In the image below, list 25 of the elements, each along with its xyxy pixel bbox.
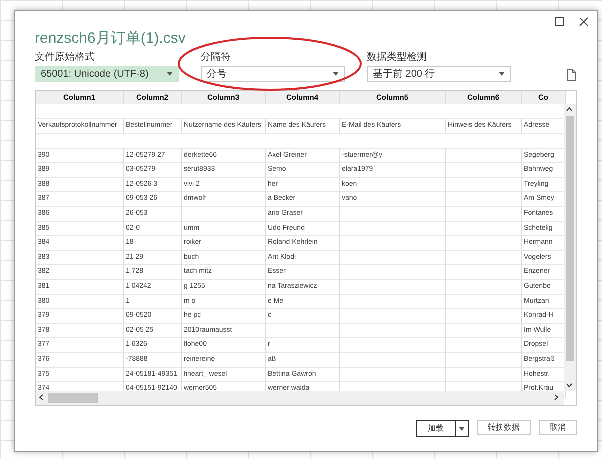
caret-icon [499, 72, 505, 76]
close-icon[interactable] [579, 17, 589, 27]
scroll-left-icon[interactable] [38, 394, 45, 401]
dialog-button[interactable]: 取消 [539, 420, 577, 435]
caret-icon [459, 426, 465, 430]
caret-icon [167, 72, 173, 76]
dropdown-button[interactable] [455, 421, 468, 436]
dropdown-field[interactable]: 分号 [201, 66, 345, 82]
scrollbar-thumb[interactable] [566, 116, 574, 361]
maximize-icon[interactable] [555, 17, 565, 27]
field-label: 文件原始格式 [35, 50, 96, 64]
dropdown-field[interactable]: 基于前 200 行 [367, 66, 511, 82]
scrollbar-thumb[interactable] [48, 393, 98, 403]
horizontal-scrollbar[interactable] [36, 391, 564, 405]
field-label: 数据类型检测 [367, 50, 428, 64]
scroll-down-icon[interactable] [566, 382, 573, 389]
window-title: renzsch6月订单(1).csv [35, 29, 187, 48]
document-icon[interactable] [567, 69, 577, 82]
dropdown-field[interactable]: 65001: Unicode (UTF-8) [35, 66, 179, 82]
caret-icon [333, 72, 339, 76]
scroll-up-icon[interactable] [566, 106, 573, 113]
vertical-scrollbar[interactable] [564, 104, 576, 391]
scroll-right-icon[interactable] [553, 394, 560, 401]
field-label: 分隔符 [201, 51, 232, 64]
dialog-button[interactable]: 转换数据 [477, 420, 531, 435]
